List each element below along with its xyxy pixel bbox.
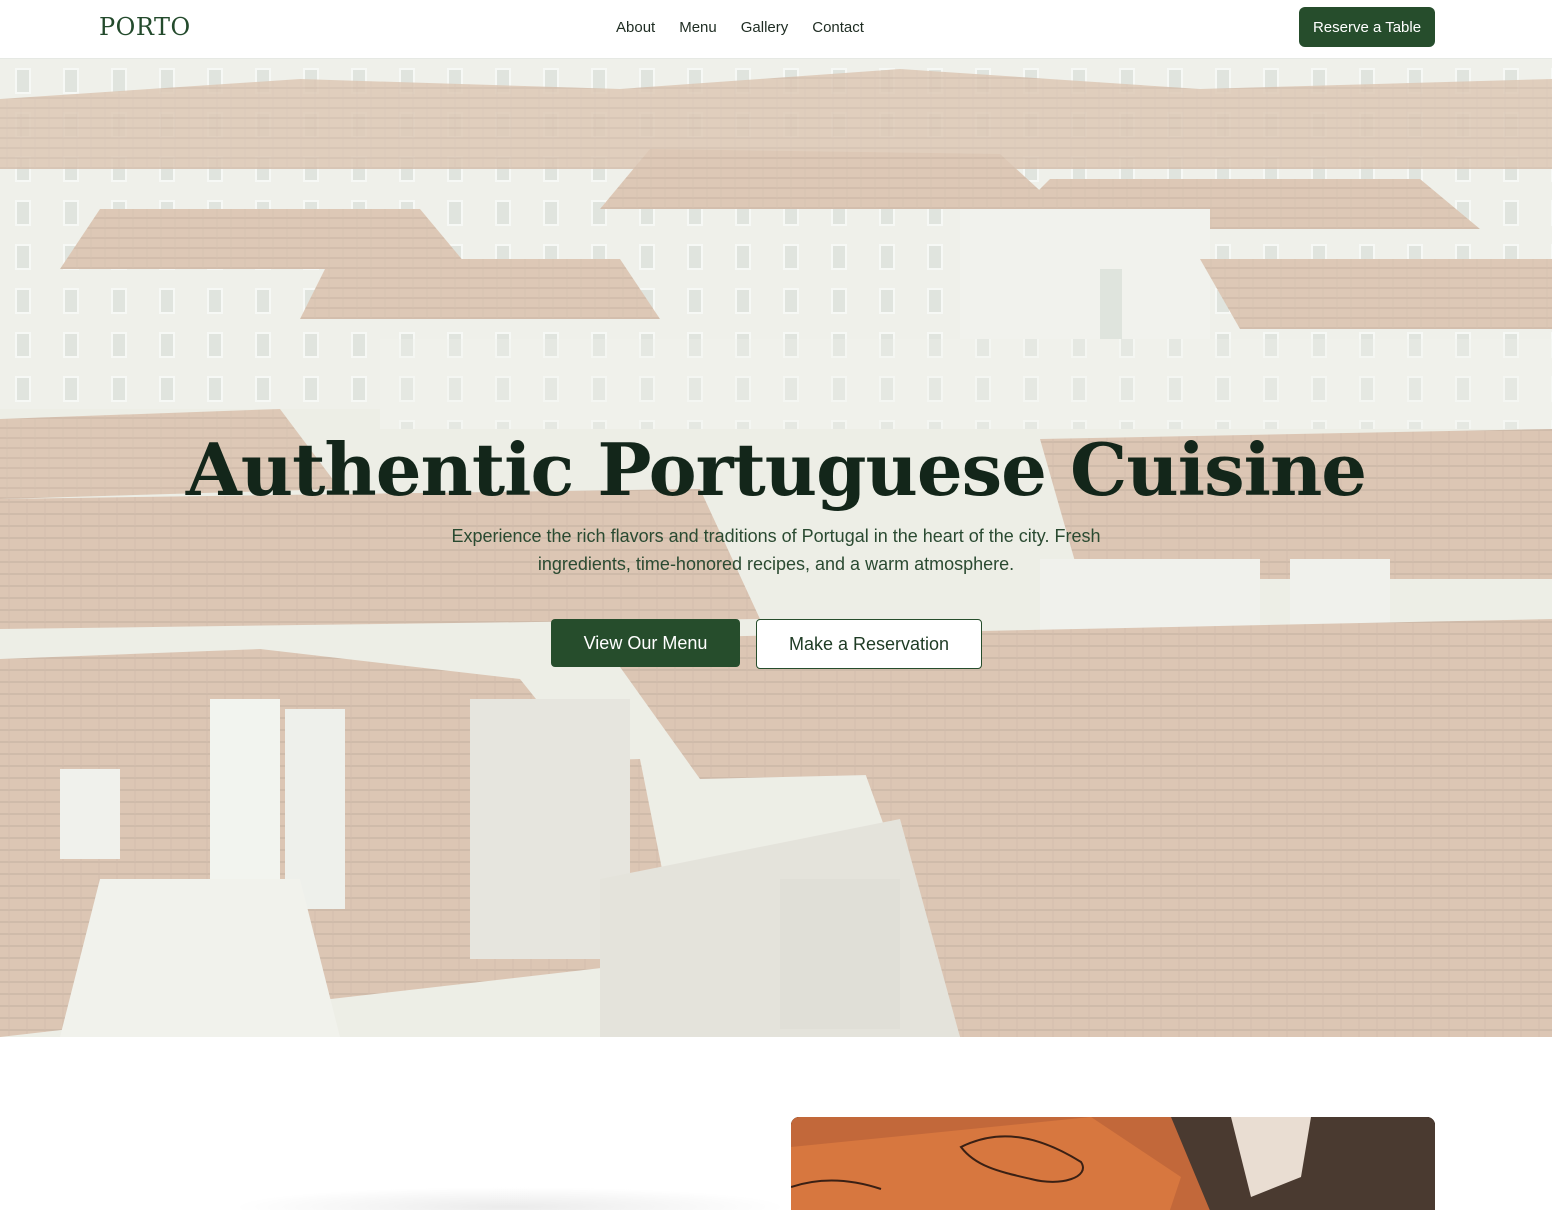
nav-link-gallery[interactable]: Gallery: [741, 19, 789, 36]
reserve-table-button[interactable]: Reserve a Table: [1299, 7, 1435, 47]
hero-title: Authentic Portuguese Cuisine: [185, 427, 1367, 512]
brand-logo[interactable]: PORTO: [99, 13, 191, 41]
main-nav: About Menu Gallery Contact: [616, 19, 864, 36]
nav-link-contact[interactable]: Contact: [812, 19, 864, 36]
view-menu-button[interactable]: View Our Menu: [551, 619, 740, 667]
hero-subtitle: Experience the rich flavors and traditio…: [451, 526, 1101, 574]
make-reservation-button[interactable]: Make a Reservation: [756, 619, 982, 669]
section-shadow: [230, 1187, 790, 1210]
site-header: PORTO About Menu Gallery Contact Reserve…: [0, 0, 1552, 59]
about-section: [0, 1037, 1552, 1210]
nav-link-about[interactable]: About: [616, 19, 655, 36]
chef-tattooed-arm-photo: [791, 1117, 1435, 1210]
hero-section: Authentic Portuguese Cuisine Experience …: [0, 59, 1552, 1037]
nav-link-menu[interactable]: Menu: [679, 19, 717, 36]
chef-photo: [791, 1117, 1435, 1210]
